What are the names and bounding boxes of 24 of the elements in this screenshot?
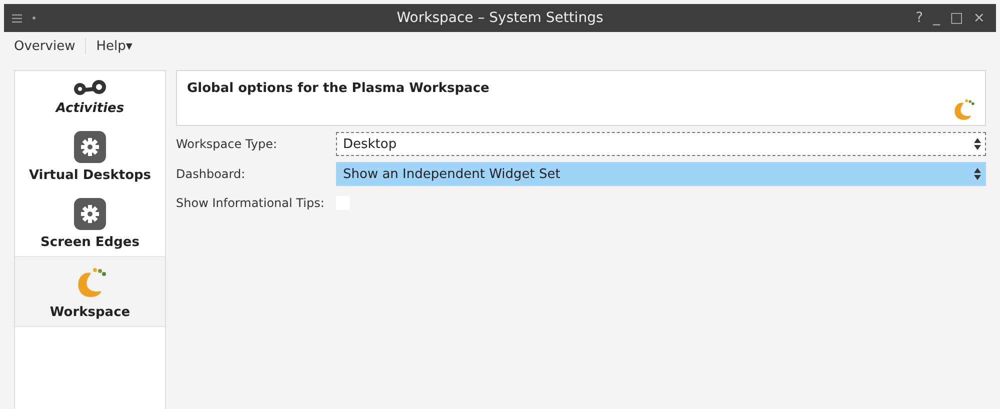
window-button[interactable]: ×	[970, 10, 988, 26]
window-button[interactable]: _	[930, 10, 944, 26]
menu-item[interactable]: Overview	[10, 36, 80, 56]
sidebar-item[interactable]: Virtual Desktops	[15, 122, 165, 189]
dropdown[interactable]: Show an Independent Widget Set	[336, 162, 986, 186]
spin-arrows-icon	[974, 168, 981, 180]
header-title: Global options for the Plasma Workspace	[187, 81, 490, 96]
gear-icon	[73, 197, 107, 231]
activities-icon	[73, 79, 107, 97]
menu-item[interactable]: Help▾	[92, 36, 136, 56]
window-button[interactable]: ?	[912, 10, 926, 26]
dropdown[interactable]: Desktop	[336, 132, 986, 156]
setting-label: Show Informational Tips:	[176, 196, 326, 210]
sidebar-item[interactable]: Workspace	[15, 256, 165, 327]
sidebar-item[interactable]: Activities	[15, 71, 165, 122]
window-button[interactable]: □	[947, 10, 966, 26]
menu-icon[interactable]	[12, 14, 22, 22]
spin-arrows-icon	[974, 138, 981, 150]
window-title: Workspace – System Settings	[396, 10, 604, 26]
setting-label: Workspace Type:	[176, 137, 278, 151]
setting-label: Dashboard:	[176, 167, 246, 181]
gear-icon	[73, 130, 107, 164]
pin-icon[interactable]	[32, 16, 36, 20]
sidebar-item[interactable]: Screen Edges	[15, 189, 165, 256]
